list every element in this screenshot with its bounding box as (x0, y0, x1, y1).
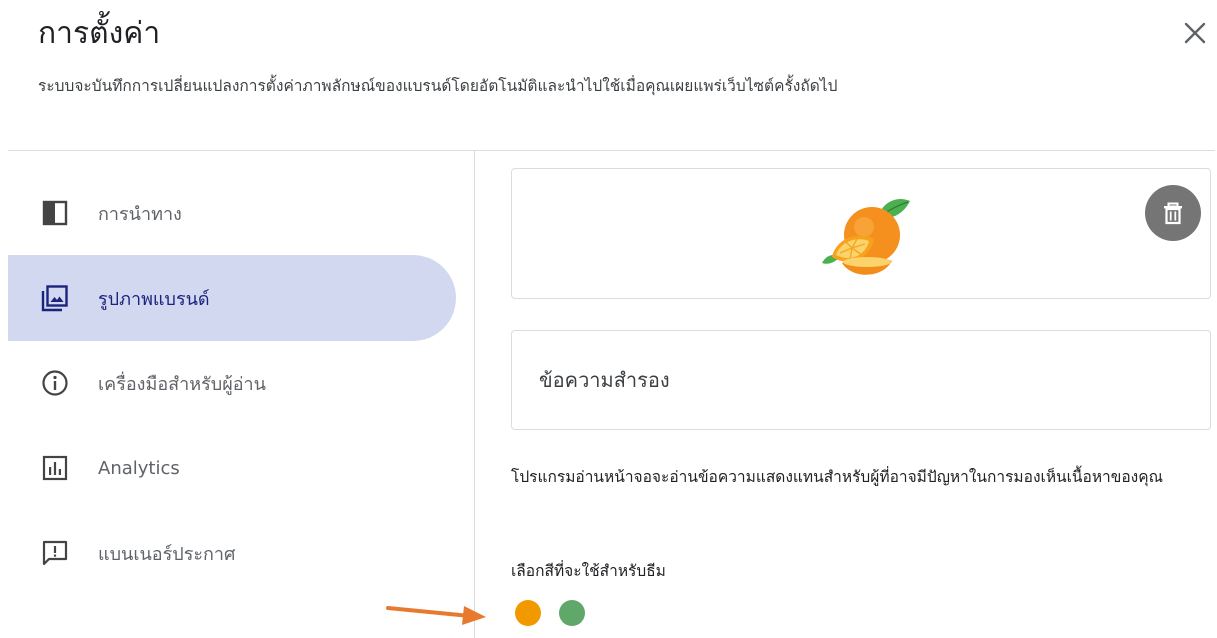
sidebar-item-label: Analytics (98, 457, 180, 479)
settings-dialog: การตั้งค่า ระบบจะบันทึกการเปลี่ยนแปลงการ… (0, 0, 1217, 638)
sidebar-item-label: เครื่องมือสำหรับผู้อ่าน (98, 373, 266, 395)
delete-image-button[interactable] (1145, 185, 1201, 241)
sidebar-item-announcement-banner[interactable]: แบนเนอร์ประกาศ (8, 510, 456, 596)
sidebar-item-navigation[interactable]: การนำทาง (8, 170, 456, 256)
navigation-panel-icon (40, 198, 70, 228)
theme-color-green-swatch[interactable] (559, 600, 585, 626)
sidebar-item-label: รูปภาพแบรนด์ (98, 288, 210, 310)
close-icon (1184, 22, 1206, 44)
brand-images-icon (40, 283, 70, 313)
settings-sidebar: การนำทาง รูปภาพแบรนด์ เครื่องมือสำหรับผู… (0, 151, 474, 638)
analytics-icon (40, 453, 70, 483)
sidebar-item-brand-images[interactable]: รูปภาพแบรนด์ (8, 255, 456, 341)
close-button[interactable] (1180, 18, 1210, 48)
trash-icon (1164, 202, 1182, 225)
pane-divider (474, 151, 475, 638)
sidebar-item-label: แบนเนอร์ประกาศ (98, 543, 236, 565)
info-icon (40, 368, 70, 398)
dialog-title: การตั้งค่า (38, 16, 161, 51)
alt-text-helper: โปรแกรมอ่านหน้าจอจะอ่านข้อความแสดงแทนสำห… (511, 468, 1163, 486)
orange-fruit-image (822, 198, 910, 275)
sidebar-item-reader-tools[interactable]: เครื่องมือสำหรับผู้อ่าน (8, 340, 456, 426)
annotation-arrow-icon (386, 606, 486, 625)
brand-image-card[interactable] (511, 168, 1211, 299)
theme-color-orange-swatch[interactable] (515, 600, 541, 626)
sidebar-item-analytics[interactable]: Analytics (8, 425, 456, 511)
dialog-subtitle: ระบบจะบันทึกการเปลี่ยนแปลงการตั้งค่าภาพล… (38, 77, 838, 95)
announcement-icon (40, 538, 70, 568)
theme-color-label: เลือกสีที่จะใช้สำหรับธีม (511, 562, 666, 580)
sidebar-item-label: การนำทาง (98, 203, 182, 225)
alt-text-input[interactable] (511, 330, 1211, 430)
